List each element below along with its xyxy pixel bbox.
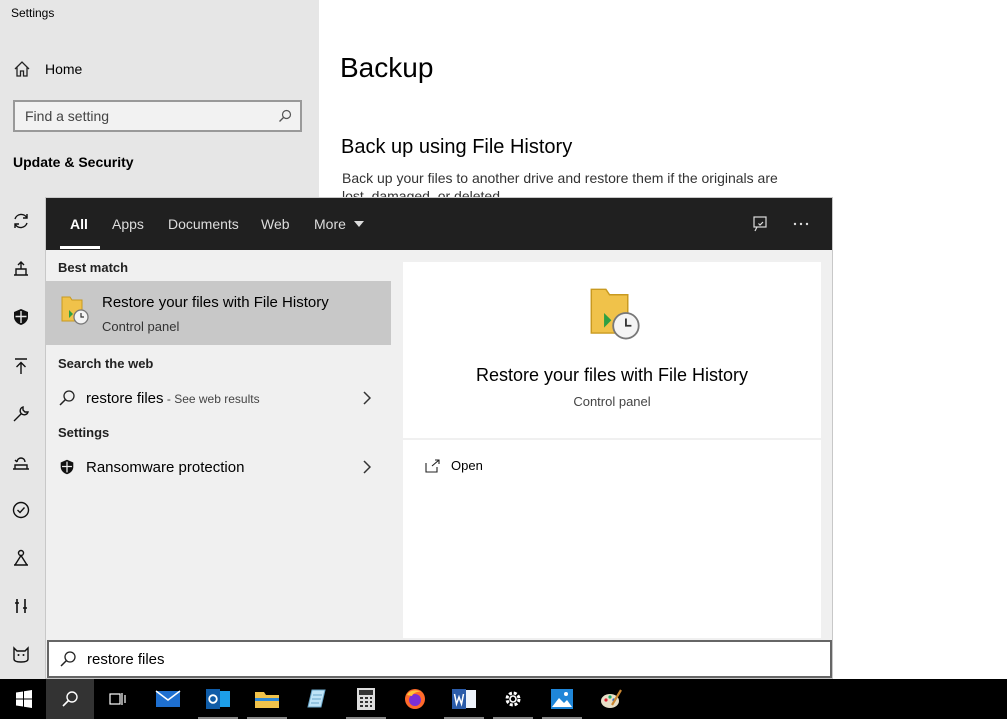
ransomware-protection-item[interactable]: Ransomware protection	[46, 450, 391, 484]
file-explorer-app[interactable]	[243, 679, 291, 719]
web-result-suffix: - See web results	[163, 391, 260, 406]
notepad-icon	[307, 689, 326, 708]
web-query-text: restore files	[86, 389, 164, 407]
home-icon	[14, 61, 30, 77]
more-options-icon[interactable]	[789, 212, 813, 236]
mail-app[interactable]	[144, 679, 192, 719]
search-taskbar-button[interactable]	[46, 679, 94, 719]
outlook-app[interactable]	[194, 679, 242, 719]
tab-apps[interactable]: Apps	[112, 198, 144, 250]
preview-pane: Restore your files with File History Con…	[403, 262, 821, 638]
photos-app[interactable]	[538, 679, 586, 719]
insider-cat-icon[interactable]	[10, 643, 32, 665]
firefox-app[interactable]	[391, 679, 439, 719]
firefox-icon	[405, 689, 425, 709]
file-history-heading: Back up using File History	[341, 136, 573, 158]
search-tabs-bar: All Apps Documents Web More	[46, 198, 832, 250]
word-icon	[452, 689, 476, 709]
home-nav-item[interactable]: Home	[13, 60, 82, 78]
shield-icon	[60, 459, 74, 475]
calculator-icon	[357, 688, 375, 710]
find-device-icon[interactable]	[10, 547, 32, 569]
tab-more[interactable]: More	[314, 198, 364, 250]
find-setting-input[interactable]: Find a setting	[13, 100, 302, 132]
photos-icon	[551, 689, 573, 709]
preview-title: Restore your files with File History	[475, 365, 749, 385]
best-match-label: Best match	[58, 260, 129, 275]
settings-gear-icon	[505, 691, 521, 707]
ransomware-protection-label: Ransomware protection	[86, 458, 245, 476]
backup-arrow-icon[interactable]	[10, 355, 32, 377]
tab-more-label: More	[314, 216, 346, 232]
recovery-icon[interactable]	[10, 451, 32, 473]
task-view-button[interactable]	[94, 679, 142, 719]
mail-icon	[155, 690, 181, 707]
preview-divider	[403, 438, 821, 440]
settings-group-label: Settings	[58, 425, 110, 440]
outlook-icon	[206, 689, 230, 709]
word-app[interactable]	[440, 679, 488, 719]
settings-app[interactable]	[489, 679, 537, 719]
file-explorer-icon	[255, 692, 279, 708]
wrench-icon[interactable]	[10, 403, 32, 425]
preview-subtitle: Control panel	[573, 394, 651, 409]
start-button[interactable]	[0, 679, 48, 719]
tab-documents[interactable]: Documents	[168, 198, 239, 250]
search-web-label: Search the web	[58, 356, 154, 371]
tab-web[interactable]: Web	[261, 198, 290, 250]
chevron-right-icon	[363, 391, 371, 405]
check-circle-icon[interactable]	[10, 499, 32, 521]
search-panel: All Apps Documents Web More Best match R…	[45, 197, 833, 679]
search-input[interactable]: restore files	[47, 640, 832, 678]
paint-icon	[601, 689, 622, 708]
paint-app[interactable]	[587, 679, 635, 719]
chevron-down-icon	[353, 221, 364, 227]
web-result-item[interactable]: restore files - See web results	[46, 381, 391, 415]
window-title: Settings	[11, 6, 55, 20]
feedback-icon[interactable]	[748, 212, 772, 236]
notepad-app[interactable]	[292, 679, 340, 719]
sync-icon[interactable]	[10, 210, 32, 232]
home-label: Home	[45, 61, 83, 77]
chevron-right-icon	[363, 460, 371, 474]
best-match-subtitle: Control panel	[102, 319, 180, 334]
web-result-label: restore files - See web results	[86, 390, 260, 407]
open-icon	[425, 458, 440, 473]
page-title: Backup	[340, 52, 434, 83]
search-icon	[59, 390, 75, 406]
calculator-app[interactable]	[342, 679, 390, 719]
task-view-icon	[109, 693, 126, 705]
search-icon	[279, 109, 292, 122]
find-setting-placeholder: Find a setting	[25, 108, 110, 124]
shield-icon[interactable]	[10, 306, 32, 328]
taskbar	[0, 679, 1007, 719]
developer-icon[interactable]	[10, 595, 32, 617]
tab-all[interactable]: All	[70, 198, 88, 250]
file-history-icon	[590, 288, 640, 340]
open-label: Open	[451, 458, 483, 473]
search-icon	[60, 651, 76, 667]
active-tab-indicator	[60, 246, 100, 249]
delivery-icon[interactable]	[10, 258, 32, 280]
search-icon	[62, 691, 78, 707]
results-list: Best match Restore your files with File …	[46, 250, 391, 638]
file-history-icon	[61, 296, 89, 325]
best-match-title: Restore your files with File History	[102, 294, 329, 311]
start-icon	[16, 690, 32, 708]
section-heading: Update & Security	[13, 154, 134, 170]
search-query-text: restore files	[87, 650, 165, 668]
open-action[interactable]: Open	[425, 458, 483, 473]
best-match-item[interactable]: Restore your files with File History Con…	[46, 281, 391, 345]
